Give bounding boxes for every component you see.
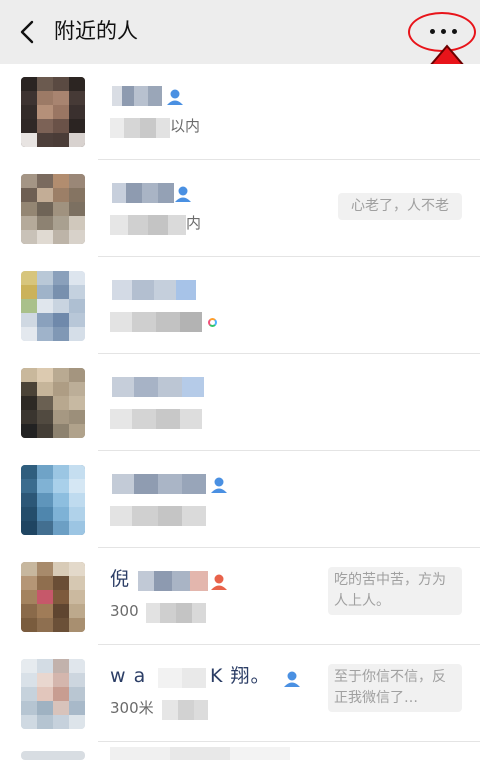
distance-mosaic bbox=[110, 312, 202, 332]
signature: 吃的苦中苦，方为人上人。 bbox=[328, 567, 462, 615]
list-item[interactable] bbox=[0, 743, 480, 760]
divider bbox=[98, 256, 480, 257]
list-item[interactable] bbox=[0, 355, 480, 451]
avatar bbox=[21, 368, 85, 438]
name-mosaic bbox=[158, 668, 206, 688]
male-icon bbox=[167, 89, 183, 105]
status-dot-icon bbox=[208, 318, 217, 327]
divider bbox=[98, 644, 480, 645]
name-mosaic bbox=[112, 280, 196, 300]
name-mosaic bbox=[112, 86, 162, 106]
nickname: w a bbox=[110, 665, 147, 687]
page-title: 附近的人 bbox=[54, 19, 138, 43]
chevron-left-icon[interactable] bbox=[12, 16, 44, 48]
distance-label: 300 bbox=[110, 602, 139, 620]
name-mosaic bbox=[110, 747, 290, 760]
signature: 心老了，人不老 bbox=[338, 193, 462, 220]
avatar bbox=[21, 465, 85, 535]
distance-mosaic bbox=[162, 700, 208, 720]
distance-label: 以内 bbox=[170, 117, 201, 135]
divider bbox=[98, 159, 480, 160]
distance-mosaic bbox=[110, 118, 170, 138]
male-icon bbox=[284, 671, 300, 687]
male-icon bbox=[211, 477, 227, 493]
avatar bbox=[21, 77, 85, 147]
list-item[interactable] bbox=[0, 258, 480, 354]
name-mosaic bbox=[112, 377, 204, 397]
avatar bbox=[21, 751, 85, 760]
distance-mosaic bbox=[110, 215, 186, 235]
divider bbox=[98, 450, 480, 451]
distance-label: 300米 bbox=[110, 699, 154, 717]
female-icon bbox=[211, 574, 227, 590]
list-item[interactable]: w a K 翔。 300米 至于你信不信，反正我微信了… bbox=[0, 646, 480, 742]
avatar bbox=[21, 271, 85, 341]
distance-mosaic bbox=[146, 603, 206, 623]
list-item[interactable]: 内 心老了，人不老 bbox=[0, 161, 480, 257]
nickname-tail: K 翔。 bbox=[210, 665, 271, 687]
nickname: 倪 bbox=[110, 568, 131, 590]
distance-mosaic bbox=[110, 409, 202, 429]
divider bbox=[98, 741, 480, 742]
name-mosaic bbox=[112, 474, 206, 494]
divider bbox=[98, 353, 480, 354]
more-button[interactable] bbox=[410, 14, 476, 52]
male-icon bbox=[175, 186, 191, 202]
list-item[interactable]: 以内 bbox=[0, 64, 480, 160]
distance-mosaic bbox=[110, 506, 206, 526]
avatar bbox=[21, 659, 85, 729]
divider bbox=[98, 547, 480, 548]
avatar bbox=[21, 562, 85, 632]
name-mosaic bbox=[112, 183, 174, 203]
distance-label: 内 bbox=[186, 214, 202, 232]
name-mosaic bbox=[138, 571, 208, 591]
list-item[interactable] bbox=[0, 452, 480, 548]
more-icon bbox=[430, 29, 460, 35]
avatar bbox=[21, 174, 85, 244]
nav-bar: 附近的人 bbox=[0, 0, 480, 64]
signature: 至于你信不信，反正我微信了… bbox=[328, 664, 462, 712]
list-item[interactable]: 倪 300 吃的苦中苦，方为人上人。 bbox=[0, 549, 480, 645]
